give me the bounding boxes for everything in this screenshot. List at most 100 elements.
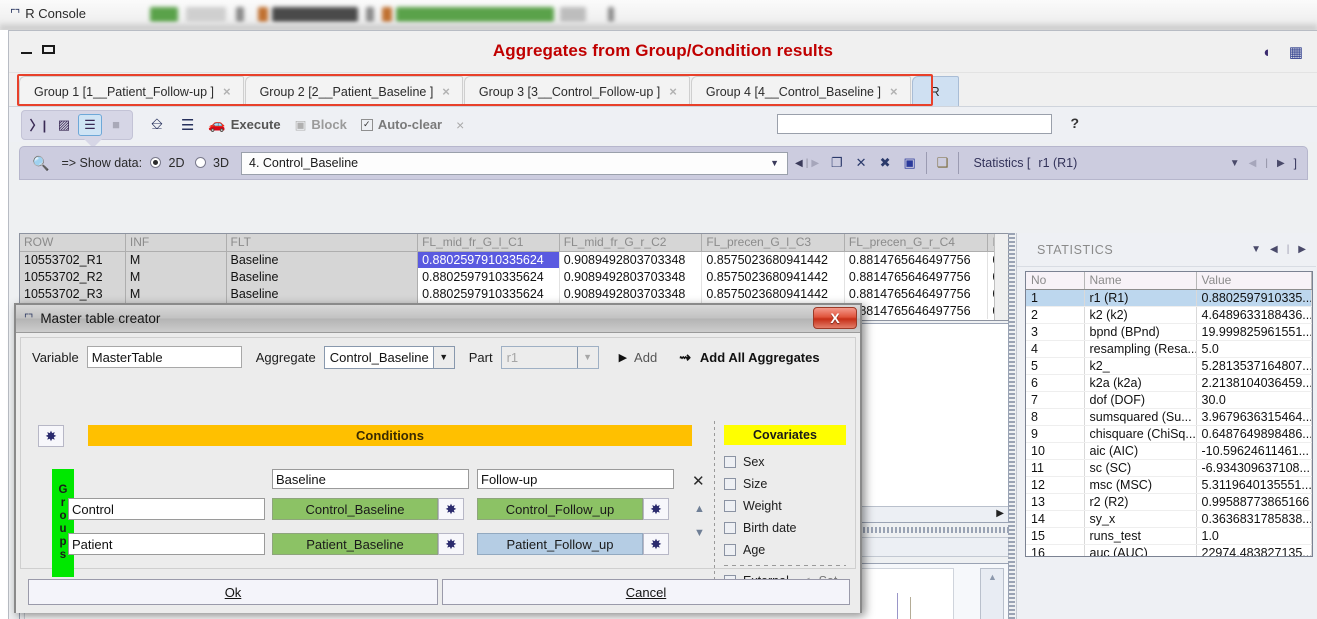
table-row[interactable]: 10553702_R1 M Baseline 0.880259791033562… xyxy=(20,251,1008,268)
move-up-button[interactable]: ▲ xyxy=(694,501,705,515)
cell-c2[interactable]: 0.9089492803703348 xyxy=(559,268,703,285)
covariate-size[interactable]: Size xyxy=(724,473,854,495)
dataset-combo[interactable]: 4. Control_Baseline ▼ xyxy=(241,151,788,175)
prev-statistic-icon[interactable]: ◀ xyxy=(1249,158,1257,169)
block-button[interactable]: ▣ Block xyxy=(295,117,347,132)
statistics-row[interactable]: 4 resampling (Resa... 5.0 xyxy=(1026,340,1312,358)
cell-c4[interactable]: 0.8814765646497756 xyxy=(844,285,989,302)
move-down-button[interactable]: ▼ xyxy=(694,525,705,539)
statistics-row[interactable]: 12 msc (MSC) 5.3119640135551... xyxy=(1026,476,1312,494)
chevron-down-icon[interactable]: ▼ xyxy=(770,158,779,168)
group-input-patient[interactable]: Patient xyxy=(68,533,265,555)
cell-control-baseline-anchor-icon[interactable]: ✸ xyxy=(438,498,464,520)
add-all-aggregates-button[interactable]: ⇝ Add All Aggregates xyxy=(679,349,819,366)
stats-column-no[interactable]: No xyxy=(1026,272,1085,290)
chevron-down-icon[interactable]: ▼ xyxy=(576,346,598,368)
table-icon[interactable]: ☰ xyxy=(78,113,102,136)
prev-dataset-icon[interactable]: ◀ xyxy=(795,158,803,169)
next-statistic-icon[interactable]: ▶ xyxy=(1277,158,1285,169)
condition-input-followup[interactable]: Follow-up xyxy=(477,469,674,489)
conditions-anchor-icon[interactable]: ✸ xyxy=(38,425,64,447)
column-header-c4[interactable]: FL_precen_G_r_C4 xyxy=(844,234,989,252)
next-page-icon[interactable]: ▶ xyxy=(1298,244,1306,255)
dialog-title-bar[interactable]: ⌜⌝ Master table creator X xyxy=(16,305,860,333)
scroll-right-icon[interactable]: ▶ xyxy=(996,508,1004,519)
spreadsheet-icon[interactable]: ▦ xyxy=(1289,43,1303,61)
statistics-row[interactable]: 16 auc (AUC) 22974.483827135... xyxy=(1026,544,1312,556)
data-zoom-icon[interactable]: 🔍 xyxy=(32,155,49,172)
group-input-control[interactable]: Control xyxy=(68,498,265,520)
cell-c3[interactable]: 0.8575023680941442 xyxy=(701,268,845,285)
table-row[interactable]: 10553702_R2 M Baseline 0.880259791033562… xyxy=(20,268,1008,285)
tab-close-icon[interactable]: × xyxy=(442,84,450,99)
help-icon[interactable]: ? xyxy=(1070,115,1079,131)
cell-patient-baseline[interactable]: Patient_Baseline xyxy=(272,533,438,555)
chevron-down-icon[interactable]: ▼ xyxy=(432,346,454,368)
next-dataset-icon[interactable]: ▶ xyxy=(811,158,819,169)
toolbar-close-icon[interactable]: × xyxy=(456,117,464,133)
column-header-inf[interactable]: INF xyxy=(125,234,227,252)
tab-group-1[interactable]: Group 1 [1__Patient_Follow-up ] × xyxy=(19,76,244,106)
condition-input-baseline[interactable]: Baseline xyxy=(272,469,469,489)
checkbox-icon[interactable] xyxy=(724,500,736,512)
cell-c1[interactable]: 0.8802597910335624 xyxy=(417,268,560,285)
cell-control-followup-anchor-icon[interactable]: ✸ xyxy=(643,498,669,520)
statistics-row[interactable]: 11 sc (SC) -6.934309637108... xyxy=(1026,459,1312,477)
cell-control-baseline[interactable]: Control_Baseline xyxy=(272,498,438,520)
export-icon[interactable]: ❑ xyxy=(937,155,949,171)
column-header-row[interactable]: ROW xyxy=(20,234,126,252)
dimension-3d-radio[interactable]: 3D xyxy=(194,156,229,170)
statistics-row[interactable]: 10 aic (AIC) -10.59624611461... xyxy=(1026,442,1312,460)
statistics-row[interactable]: 2 k2 (k2) 4.6489633188436... xyxy=(1026,306,1312,324)
covariate-birth-date[interactable]: Birth date xyxy=(724,517,854,539)
chevron-down-icon[interactable]: ▼ xyxy=(1230,158,1240,169)
covariate-weight[interactable]: Weight xyxy=(724,495,854,517)
cell-control-followup[interactable]: Control_Follow_up xyxy=(477,498,643,520)
remove-row-button[interactable]: ✕ xyxy=(692,472,705,490)
prev-page-icon[interactable]: ◀ xyxy=(1270,244,1278,255)
covariate-age[interactable]: Age xyxy=(724,539,854,561)
save-icon[interactable]: ▣ xyxy=(903,155,915,171)
tab-close-icon[interactable]: × xyxy=(669,84,677,99)
cell-c4[interactable]: 0.8814765646497756 xyxy=(844,302,989,319)
column-header-c3[interactable]: FL_precen_G_l_C3 xyxy=(701,234,845,252)
scroll-up-icon[interactable]: ▲ xyxy=(988,572,997,582)
statistics-row[interactable]: 9 chisquare (ChiSq... 0.6487649898486... xyxy=(1026,425,1312,443)
variable-input[interactable]: MasterTable xyxy=(86,346,242,368)
statistics-row[interactable]: 6 k2a (k2a) 2.2138104036459... xyxy=(1026,374,1312,392)
statistics-row[interactable]: 7 dof (DOF) 30.0 xyxy=(1026,391,1312,409)
cell-patient-followup-anchor-icon[interactable]: ✸ xyxy=(643,533,669,555)
checkbox-icon[interactable] xyxy=(724,522,736,534)
checkbox-icon[interactable] xyxy=(724,456,736,468)
statistics-row[interactable]: 1 r1 (R1) 0.8802597910335... xyxy=(1026,289,1312,307)
cancel-button[interactable]: Cancel xyxy=(442,579,850,605)
chevron-down-icon[interactable]: ▼ xyxy=(1251,244,1261,255)
stats-column-value[interactable]: Value xyxy=(1196,272,1312,290)
stats-column-name[interactable]: Name xyxy=(1084,272,1197,290)
goto-end-icon[interactable]: 〉| xyxy=(26,114,50,136)
cell-patient-baseline-anchor-icon[interactable]: ✸ xyxy=(438,533,464,555)
blank-icon[interactable]: ■ xyxy=(104,114,128,136)
part-combo[interactable]: r1 ▼ xyxy=(500,345,599,369)
autoclear-checkbox[interactable]: ✓ Auto-clear xyxy=(360,117,442,132)
delete-all-icon[interactable]: ✖ xyxy=(880,155,891,171)
list-icon[interactable]: ☰ xyxy=(181,116,194,134)
statistics-row[interactable]: 8 sumsquared (Su... 3.9679636315464... xyxy=(1026,408,1312,426)
checkbox-icon[interactable] xyxy=(724,478,736,490)
statistics-row[interactable]: 15 runs_test 1.0 xyxy=(1026,527,1312,545)
tab-group-4[interactable]: Group 4 [4__Control_Baseline ] × xyxy=(690,76,911,106)
side-splitter[interactable] xyxy=(1008,233,1015,619)
cell-c4[interactable]: 0.8814765646497756 xyxy=(844,251,989,268)
add-button[interactable]: ▶ Add xyxy=(619,350,658,365)
checkbox-icon[interactable] xyxy=(724,544,736,556)
table-vertical-scrollbar[interactable] xyxy=(994,234,1008,320)
contrast-icon[interactable]: ◖ xyxy=(1262,44,1271,61)
cell-c2[interactable]: 0.9089492803703348 xyxy=(559,251,703,268)
indent-icon[interactable]: ⎒ xyxy=(151,116,163,133)
covariate-sex[interactable]: Sex xyxy=(724,451,854,473)
column-header-c2[interactable]: FL_mid_fr_G_r_C2 xyxy=(559,234,703,252)
lower-panel-scrollbar[interactable]: ▲ xyxy=(980,568,1004,619)
tab-close-icon[interactable]: × xyxy=(223,84,231,99)
plot-icon[interactable]: ▨ xyxy=(52,114,76,136)
ok-button[interactable]: Ok xyxy=(28,579,438,605)
